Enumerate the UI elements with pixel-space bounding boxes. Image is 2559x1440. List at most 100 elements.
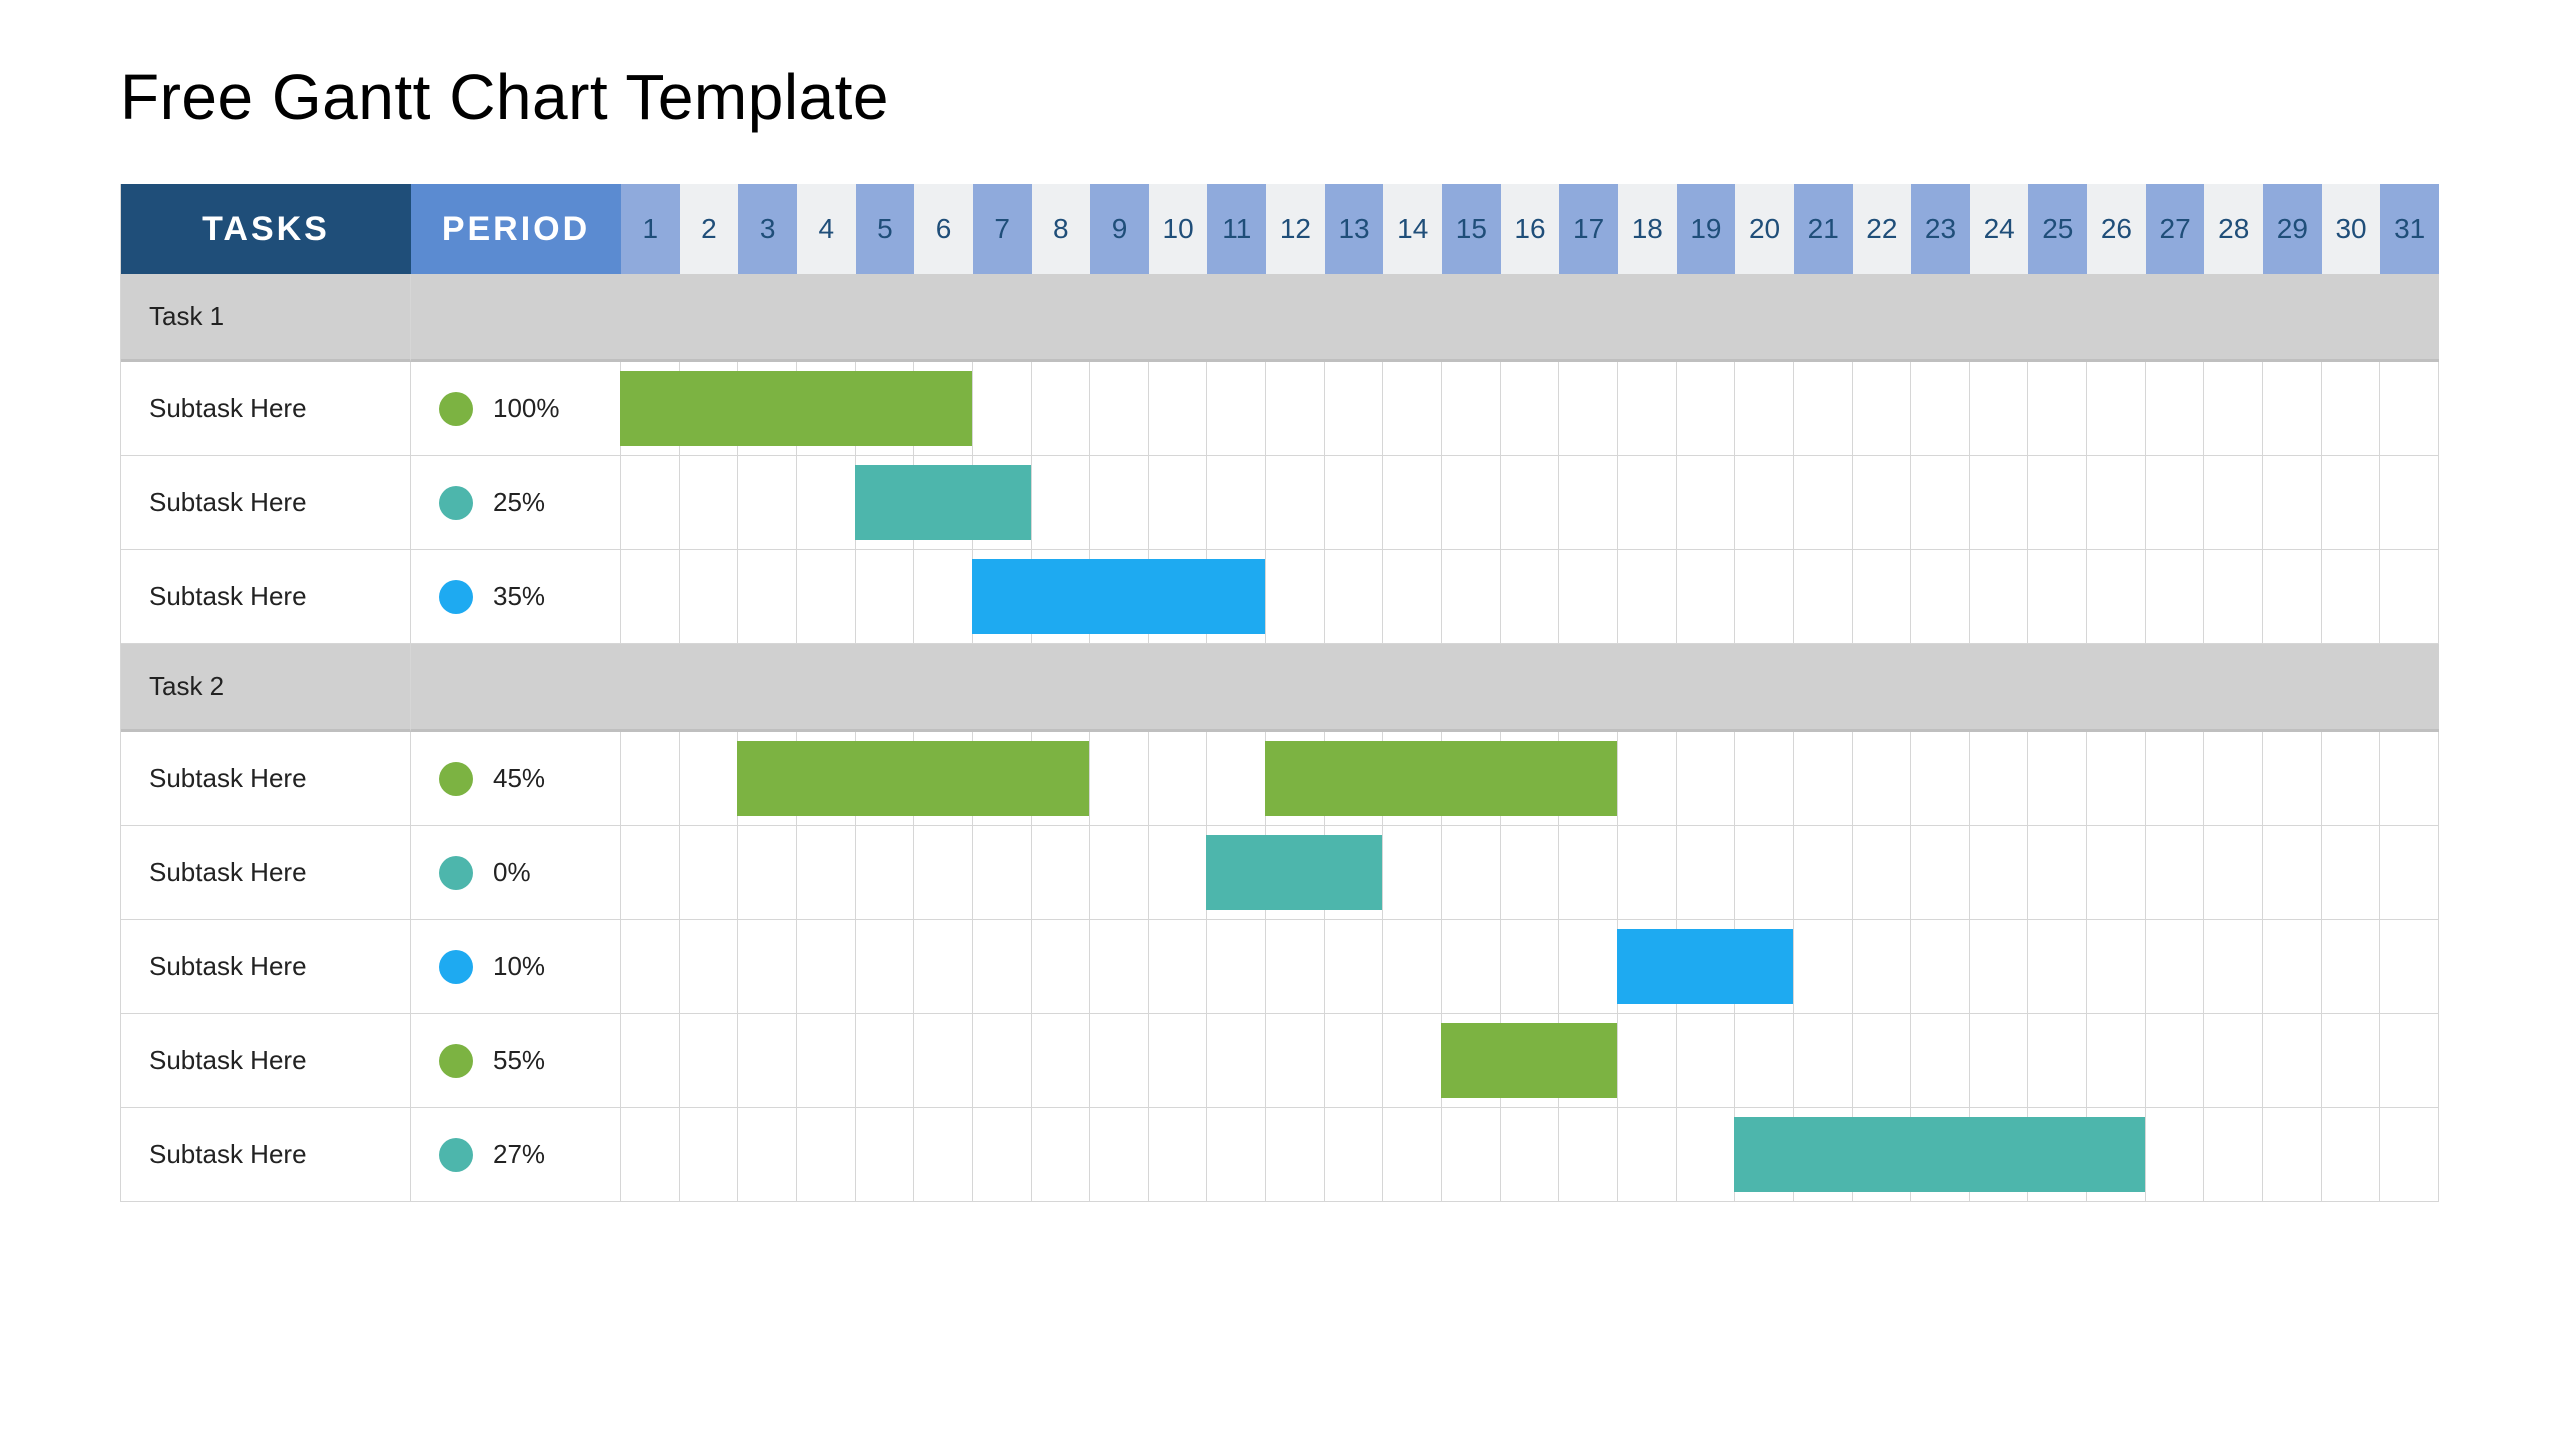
group-day-cell xyxy=(1911,274,1970,362)
group-day-cell xyxy=(1735,274,1794,362)
day-cell xyxy=(2146,920,2205,1014)
gantt-bar-segment xyxy=(1852,1117,1911,1191)
day-cell xyxy=(914,826,973,920)
group-day-cell xyxy=(1501,644,1560,732)
task-period: 25% xyxy=(411,456,621,550)
day-cell xyxy=(1207,1108,1266,1202)
header-day: 20 xyxy=(1735,184,1794,274)
day-cell xyxy=(1383,362,1442,456)
day-cell xyxy=(1853,1014,1912,1108)
day-cell xyxy=(1090,732,1149,826)
day-cell xyxy=(2380,1108,2439,1202)
day-cell xyxy=(1618,1014,1677,1108)
day-cell xyxy=(1618,362,1677,456)
group-day-cell xyxy=(621,274,680,362)
day-cell xyxy=(1383,550,1442,644)
day-cell xyxy=(1559,362,1618,456)
task-period: 0% xyxy=(411,826,621,920)
day-cell xyxy=(738,826,797,920)
day-cell xyxy=(2322,550,2381,644)
day-cell xyxy=(1325,920,1384,1014)
day-cell xyxy=(2322,456,2381,550)
gantt-bar-segment xyxy=(2086,1117,2145,1191)
day-cell xyxy=(2263,732,2322,826)
header-day: 29 xyxy=(2263,184,2322,274)
group-day-cell xyxy=(797,274,856,362)
day-cell xyxy=(1794,920,1853,1014)
header-day: 21 xyxy=(1794,184,1853,274)
header-day: 25 xyxy=(2028,184,2087,274)
day-cell xyxy=(2322,826,2381,920)
day-cell xyxy=(973,826,1032,920)
day-cell xyxy=(2322,1014,2381,1108)
day-cell xyxy=(914,362,973,456)
day-cell xyxy=(1853,456,1912,550)
gantt-bar-segment xyxy=(972,559,1031,633)
day-cell xyxy=(1735,1108,1794,1202)
day-cell xyxy=(914,1108,973,1202)
gantt-bar-segment xyxy=(1441,1023,1500,1097)
group-day-cell xyxy=(1325,274,1384,362)
day-cell xyxy=(1325,826,1384,920)
gantt-bar-segment xyxy=(737,741,796,815)
gantt-bar-segment xyxy=(1617,929,1676,1003)
day-cell xyxy=(2322,1108,2381,1202)
gantt-bar-segment xyxy=(1265,741,1324,815)
day-cell xyxy=(1794,1014,1853,1108)
day-cell xyxy=(1501,1014,1560,1108)
group-day-cell xyxy=(680,644,739,732)
task-percent: 55% xyxy=(493,1045,545,1076)
group-day-cell xyxy=(2087,644,2146,732)
day-cell xyxy=(2263,920,2322,1014)
day-cell xyxy=(1618,732,1677,826)
day-cell xyxy=(2263,826,2322,920)
task-percent: 45% xyxy=(493,763,545,794)
day-cell xyxy=(1735,1014,1794,1108)
day-cell xyxy=(1970,1108,2029,1202)
group-day-cell xyxy=(1794,274,1853,362)
day-cell xyxy=(1853,1108,1912,1202)
day-cell xyxy=(1442,732,1501,826)
day-cell xyxy=(2028,550,2087,644)
gantt-bar-segment xyxy=(737,371,796,445)
group-day-cell xyxy=(1032,644,1091,732)
header-day: 17 xyxy=(1559,184,1618,274)
day-cell xyxy=(1207,732,1266,826)
day-cell xyxy=(914,1014,973,1108)
task-percent: 27% xyxy=(493,1139,545,1170)
gantt-bar-segment xyxy=(1676,929,1735,1003)
group-day-cell xyxy=(1970,644,2029,732)
gantt-bar-segment xyxy=(1558,741,1617,815)
gantt-bar-segment xyxy=(796,371,855,445)
task-period: 35% xyxy=(411,550,621,644)
header-day: 16 xyxy=(1501,184,1560,274)
group-day-cell xyxy=(1735,644,1794,732)
day-cell xyxy=(1677,1108,1736,1202)
day-cell xyxy=(1911,1014,1970,1108)
day-cell xyxy=(1032,362,1091,456)
group-day-cell xyxy=(680,274,739,362)
group-day-cell xyxy=(1442,644,1501,732)
day-cell xyxy=(621,1014,680,1108)
day-cell xyxy=(973,732,1032,826)
day-cell xyxy=(1207,550,1266,644)
gantt-bar-segment xyxy=(1793,1117,1852,1191)
gantt-bar-segment xyxy=(855,465,914,539)
day-cell xyxy=(1383,1014,1442,1108)
day-cell xyxy=(1501,456,1560,550)
day-cell xyxy=(797,732,856,826)
day-cell xyxy=(2028,362,2087,456)
status-dot-icon xyxy=(439,486,473,520)
day-cell xyxy=(2028,1014,2087,1108)
day-cell xyxy=(856,732,915,826)
day-cell xyxy=(621,362,680,456)
day-cell xyxy=(1266,1014,1325,1108)
day-cell xyxy=(2028,1108,2087,1202)
day-cell xyxy=(797,456,856,550)
day-cell xyxy=(1090,826,1149,920)
day-cell xyxy=(1383,732,1442,826)
day-cell xyxy=(797,826,856,920)
gantt-bar-segment xyxy=(1031,741,1090,815)
day-cell xyxy=(1442,456,1501,550)
day-cell xyxy=(2028,826,2087,920)
